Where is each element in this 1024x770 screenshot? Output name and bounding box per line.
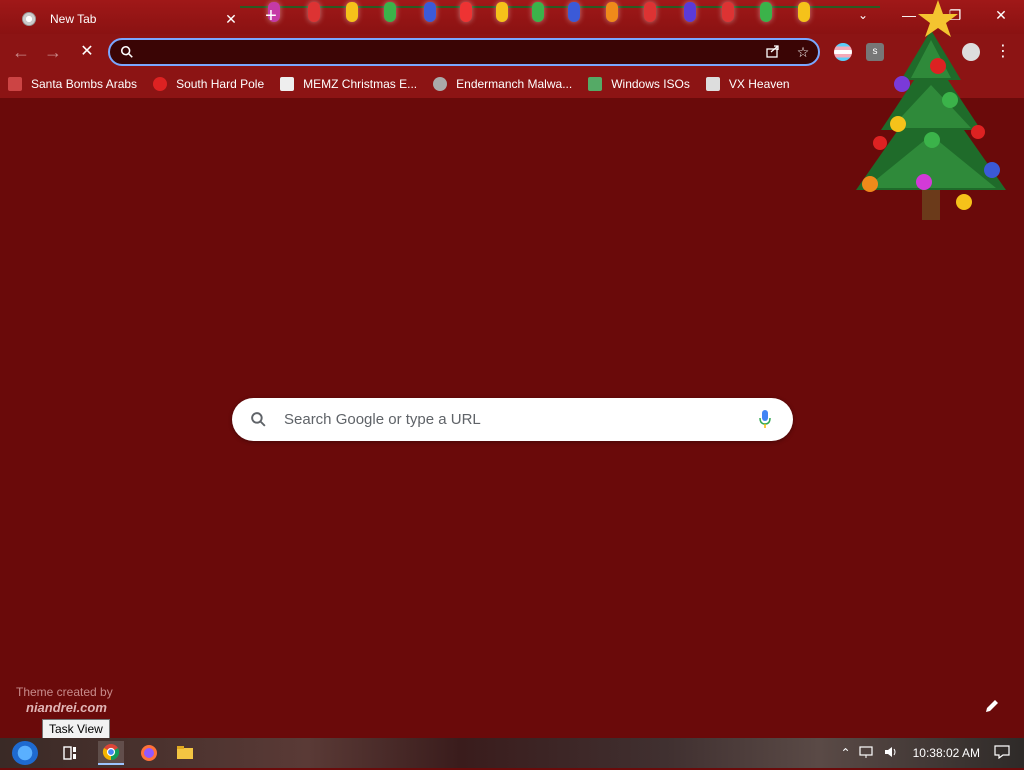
theme-credit: Theme created by niandrei.com [16, 685, 113, 716]
bookmark-item[interactable]: South Hard Pole [145, 71, 272, 97]
theme-credit-link[interactable]: niandrei.com [26, 700, 113, 716]
bookmark-item[interactable]: Santa Bombs Arabs [0, 71, 145, 97]
bookmark-item[interactable]: Windows ISOs [580, 71, 698, 97]
notifications-icon[interactable] [994, 744, 1010, 762]
bookmark-item[interactable]: Endermanch Malwa... [425, 71, 580, 97]
chrome-favicon-icon [22, 12, 36, 26]
santa-bookmark-icon [8, 77, 22, 91]
clock[interactable]: 10:38:02 AM [913, 746, 980, 760]
shield-bookmark-icon [705, 77, 720, 91]
customize-pencil-icon[interactable] [984, 698, 1000, 714]
search-icon [120, 45, 133, 58]
share-icon[interactable] [764, 43, 782, 61]
file-explorer-taskbar-icon[interactable] [172, 741, 198, 765]
search-icon [251, 412, 266, 427]
network-icon[interactable] [859, 745, 875, 762]
chrome-taskbar-icon[interactable] [98, 741, 124, 765]
address-input[interactable] [142, 42, 746, 64]
new-tab-button[interactable]: + [260, 5, 282, 27]
memz-bookmark-icon [280, 77, 295, 91]
firefox-taskbar-icon[interactable] [136, 741, 162, 765]
christmas-lights-decoration [240, 0, 880, 34]
bookmark-item[interactable]: VX Heaven [698, 71, 798, 97]
system-tray: ⌃ 10:38:02 AM [837, 738, 1024, 768]
red-snowflake-icon [153, 77, 168, 91]
christmas-tree-decoration [856, 0, 1006, 220]
tray-chevron-icon[interactable]: ⌃ [841, 746, 851, 760]
ntp-search-box[interactable]: Search Google or type a URL [232, 398, 793, 441]
volume-icon[interactable] [883, 745, 899, 762]
tab-new-tab[interactable]: New Tab ✕ [8, 4, 246, 34]
search-placeholder: Search Google or type a URL [284, 411, 481, 428]
address-bar[interactable]: ☆ [108, 38, 820, 66]
back-button[interactable]: ← [8, 40, 34, 64]
tab-close-icon[interactable]: ✕ [222, 11, 240, 28]
stop-loading-button[interactable]: ✕ [74, 40, 100, 64]
microphone-icon[interactable] [759, 410, 771, 429]
forward-button[interactable]: → [40, 40, 66, 64]
start-button[interactable] [12, 741, 38, 765]
task-view-tooltip: Task View [42, 719, 110, 739]
bookmark-item[interactable]: MEMZ Christmas E... [272, 71, 425, 97]
tab-title: New Tab [50, 12, 97, 26]
tree-bookmark-icon [588, 77, 603, 91]
bookmark-star-icon[interactable]: ☆ [794, 43, 812, 61]
task-view-button[interactable] [58, 741, 84, 765]
taskbar: ⌃ 10:38:02 AM [0, 738, 1024, 768]
raccoon-bookmark-icon [433, 77, 448, 91]
